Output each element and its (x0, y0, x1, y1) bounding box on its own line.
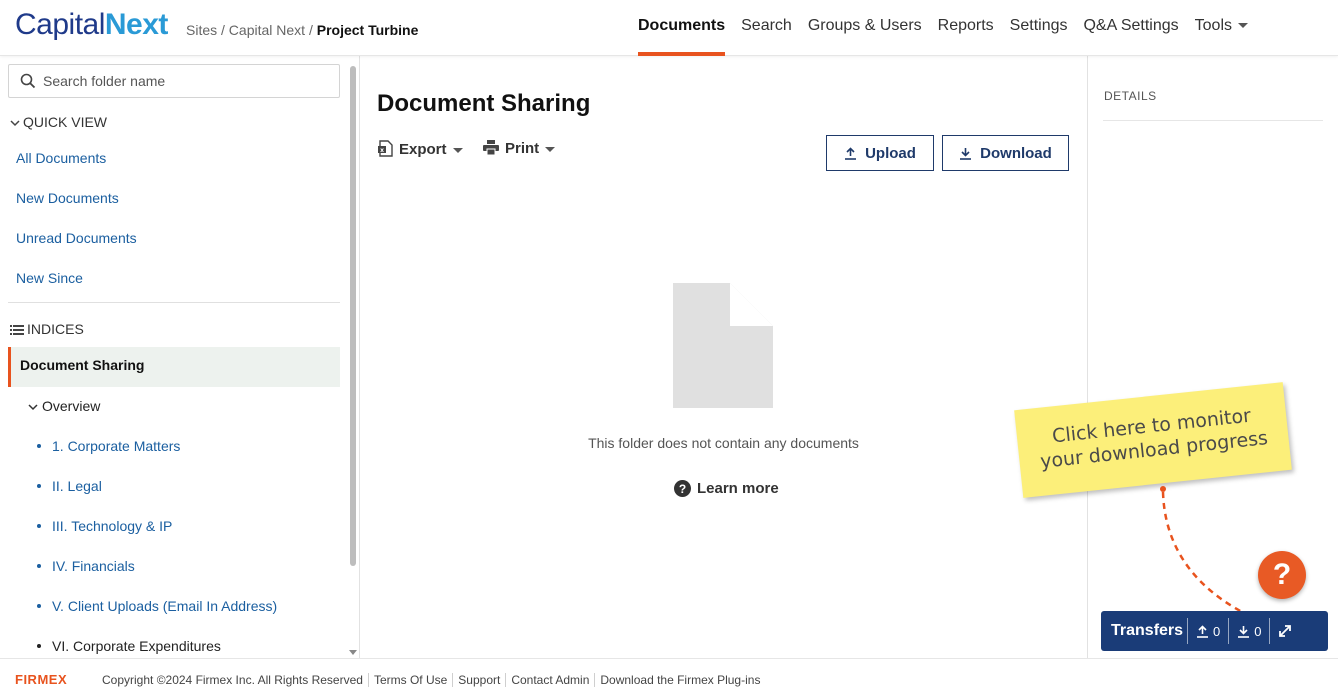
breadcrumb-project: Project Turbine (316, 22, 419, 38)
uploads-count-value: 0 (1213, 623, 1221, 639)
logo-text-part2: Next (104, 8, 169, 41)
quick-view-unread-documents[interactable]: Unread Documents (16, 230, 137, 246)
folder-search (8, 64, 340, 98)
caret-down-icon (452, 147, 463, 153)
nav-tools[interactable]: Tools (1187, 0, 1256, 56)
help-circle-icon: ? (674, 480, 691, 497)
search-icon (20, 73, 36, 94)
quick-view-toggle[interactable]: QUICK VIEW (10, 114, 107, 130)
folder-technology-ip[interactable]: III. Technology & IP (52, 518, 172, 534)
folder-overview[interactable]: Overview (28, 398, 100, 414)
details-label: DETAILS (1104, 89, 1157, 103)
list-icon (10, 325, 24, 336)
expand-icon (1279, 625, 1292, 637)
empty-folder-message: This folder does not contain any documen… (588, 435, 859, 451)
bullet-icon (37, 524, 41, 528)
bullet-icon (37, 564, 41, 568)
nav-groups-users[interactable]: Groups & Users (800, 0, 930, 56)
excel-file-icon: x (378, 140, 393, 157)
downloads-count-value: 0 (1254, 623, 1262, 639)
folder-client-uploads[interactable]: V. Client Uploads (Email In Address) (52, 598, 277, 614)
breadcrumb-site[interactable]: Capital Next (229, 22, 305, 38)
footer-plugins-link[interactable]: Download the Firmex Plug-ins (594, 672, 765, 687)
folder-financials[interactable]: IV. Financials (52, 558, 135, 574)
scroll-down-arrow-icon[interactable] (349, 650, 357, 656)
folder-legal[interactable]: II. Legal (52, 478, 102, 494)
expand-transfers-button[interactable] (1269, 618, 1300, 644)
page-footer: FIRMEX Copyright ©2024 Firmex Inc. All R… (0, 658, 1338, 700)
document-pane: Document Sharing x Export Print Upload Do… (360, 56, 1087, 658)
svg-text:x: x (380, 147, 384, 154)
sidebar-scrollbar[interactable] (348, 58, 358, 658)
footer-support-link[interactable]: Support (452, 672, 505, 687)
sidebar-divider (8, 302, 340, 303)
nav-tools-label: Tools (1194, 17, 1233, 34)
folder-corporate-expenditures[interactable]: VI. Corporate Expenditures (52, 638, 221, 654)
footer-contact-admin-link[interactable]: Contact Admin (505, 672, 594, 687)
uploads-count[interactable]: 0 (1187, 618, 1228, 644)
top-header: CapitalNext Sites / Capital Next / Proje… (0, 0, 1338, 56)
details-divider (1103, 120, 1323, 121)
download-icon (1238, 625, 1250, 638)
folder-search-input[interactable] (43, 65, 333, 97)
upload-icon (845, 146, 857, 160)
scrollbar-thumb[interactable] (350, 66, 356, 566)
breadcrumb-sites[interactable]: Sites (186, 22, 217, 38)
help-button[interactable]: ? (1258, 551, 1306, 599)
printer-icon (483, 140, 499, 156)
quick-view-all-documents[interactable]: All Documents (16, 150, 106, 166)
transfers-label: Transfers (1111, 622, 1184, 639)
capitalnext-logo[interactable]: CapitalNext (15, 8, 168, 42)
breadcrumb: Sites / Capital Next / Project Turbine (186, 22, 418, 38)
firmex-logo: FIRMEX (15, 672, 68, 687)
download-icon (960, 147, 972, 160)
empty-document-icon (673, 283, 773, 408)
transfers-widget[interactable]: Transfers 0 0 (1101, 611, 1328, 651)
folder-sidebar: QUICK VIEW All Documents New Documents U… (0, 56, 360, 658)
page-title: Document Sharing (377, 90, 591, 117)
bullet-icon (37, 644, 41, 648)
indices-label: INDICES (27, 321, 84, 337)
download-label: Download (980, 144, 1052, 162)
print-label: Print (505, 140, 540, 157)
index-document-sharing[interactable]: Document Sharing (8, 347, 340, 387)
caret-down-icon (545, 146, 556, 152)
indices-header: INDICES (10, 321, 84, 337)
learn-more-label: Learn more (697, 480, 779, 497)
footer-terms-link[interactable]: Terms Of Use (367, 672, 452, 687)
copyright-text: Copyright ©2024 Firmex Inc. All Rights R… (102, 672, 363, 687)
export-menu-button[interactable]: x Export (378, 140, 463, 158)
caret-down-icon (1238, 23, 1249, 29)
folder-corporate-matters[interactable]: 1. Corporate Matters (52, 438, 180, 454)
upload-icon (1197, 624, 1208, 638)
print-menu-button[interactable]: Print (483, 140, 556, 157)
nav-qa-settings[interactable]: Q&A Settings (1075, 0, 1186, 56)
nav-search[interactable]: Search (733, 0, 800, 56)
download-button[interactable]: Download (942, 135, 1069, 171)
logo-text-part1: Capital (15, 8, 105, 41)
bullet-icon (37, 604, 41, 608)
breadcrumb-separator: / (221, 22, 225, 38)
nav-reports[interactable]: Reports (930, 0, 1002, 56)
main-nav: Documents Search Groups & Users Reports … (630, 0, 1256, 56)
downloads-count[interactable]: 0 (1228, 618, 1269, 644)
bullet-icon (37, 444, 41, 448)
chevron-down-icon (28, 404, 38, 411)
quick-view-label: QUICK VIEW (23, 114, 108, 130)
quick-view-new-documents[interactable]: New Documents (16, 190, 119, 206)
upload-label: Upload (865, 144, 916, 162)
chevron-down-icon (10, 120, 20, 127)
nav-settings[interactable]: Settings (1002, 0, 1076, 56)
upload-button[interactable]: Upload (826, 135, 934, 171)
breadcrumb-separator: / (308, 22, 313, 38)
nav-documents[interactable]: Documents (630, 0, 733, 56)
quick-view-new-since[interactable]: New Since (16, 270, 83, 286)
bullet-icon (37, 484, 41, 488)
folder-overview-label: Overview (42, 398, 101, 414)
export-label: Export (399, 141, 447, 158)
learn-more-link[interactable]: ? Learn more (674, 480, 779, 497)
